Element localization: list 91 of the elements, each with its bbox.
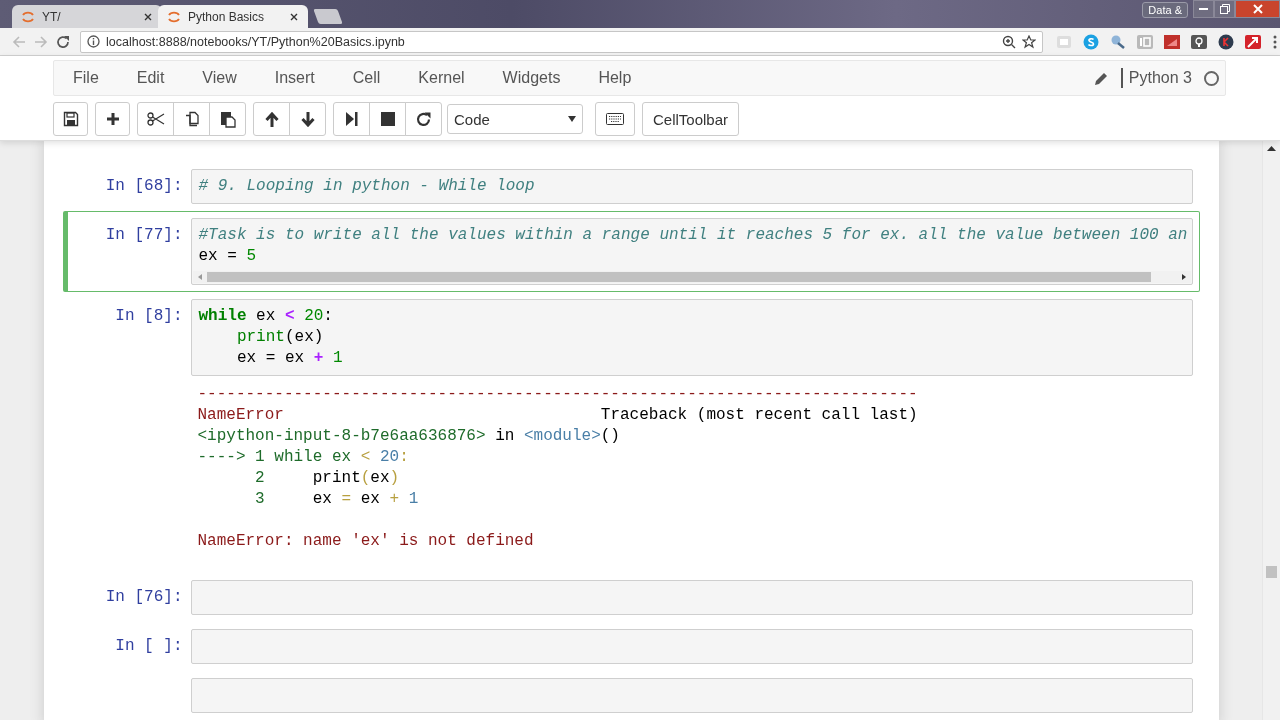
extension-icon[interactable]	[1164, 33, 1180, 50]
insert-cell-button[interactable]	[95, 102, 130, 136]
code-line: print(ex)	[235, 327, 324, 348]
browser-tab[interactable]: YT/	[12, 5, 162, 28]
input-prompt: In [77]:	[105, 225, 183, 246]
code-input[interactable]	[190, 580, 1193, 615]
arrow-up-icon	[264, 111, 279, 127]
menu-item[interactable]: Cell	[333, 69, 400, 87]
run-button[interactable]	[333, 102, 370, 136]
caret-icon	[568, 116, 576, 122]
input-prompt: In [68]:	[105, 176, 183, 197]
copy-button[interactable]	[173, 102, 210, 136]
scrollbar-thumb[interactable]	[1266, 566, 1277, 578]
plus-icon	[105, 112, 120, 126]
extension-icon[interactable]	[1191, 33, 1207, 50]
arc-logo-icon	[167, 9, 181, 24]
copy-icon	[183, 111, 200, 127]
maximize-button[interactable]	[1214, 0, 1235, 18]
minimize-icon	[1199, 8, 1208, 10]
extension-icon[interactable]	[1245, 33, 1261, 50]
save-button[interactable]	[53, 102, 88, 136]
output-line: ---------------------------------------------------------------------------	[197, 384, 918, 405]
restart-button[interactable]	[405, 102, 442, 136]
kernel-name: Python 3	[1120, 68, 1192, 88]
code-input[interactable]: #Task is to write all the values within a range until it reaches 5 for ex. all the value between 100 an ex = 5	[190, 218, 1193, 285]
code-input[interactable]	[190, 629, 1193, 664]
notebook-cell[interactable]: In [77]: #Task is to write all the values within a range until it reaches 5 for ex. all the value between 100 an ex = 5	[62, 211, 1200, 292]
vertical-scrollbar[interactable]	[1262, 141, 1280, 720]
notebook-cell[interactable]: In [76]:	[62, 573, 1200, 622]
stop-button[interactable]	[369, 102, 406, 136]
menu-item[interactable]: Edit	[117, 69, 184, 87]
browser-tab[interactable]: Python Basics	[158, 5, 308, 28]
more-menu-icon[interactable]	[1272, 33, 1278, 50]
cell-type-dropdown[interactable]: Code	[447, 104, 583, 134]
notebook-cell[interactable]: In [68]: # 9. Looping in python - While loop	[62, 162, 1200, 211]
keyboard-icon	[606, 113, 624, 125]
code-input[interactable]	[190, 678, 1193, 713]
menu-item[interactable]: Insert	[255, 69, 334, 87]
input-prompt: In [8]:	[115, 306, 183, 327]
profile-button[interactable]: Data &	[1142, 2, 1188, 18]
paste-button[interactable]	[209, 102, 246, 136]
output-line: 2 print(ex)	[254, 468, 400, 489]
restore-icon	[1219, 4, 1230, 14]
move-up-button[interactable]	[253, 102, 290, 136]
menu-item[interactable]: Kernel	[399, 69, 484, 87]
zoom-icon[interactable]	[1002, 34, 1016, 49]
close-icon[interactable]	[143, 11, 153, 22]
code-line: ex = ex + 1	[235, 348, 343, 369]
code-line: ex = 5	[198, 246, 257, 267]
minimize-button[interactable]	[1193, 0, 1214, 18]
new-tab-button[interactable]	[313, 9, 343, 24]
close-icon	[1252, 4, 1263, 14]
output-line: 3 ex = ex + 1	[254, 489, 419, 510]
arc-logo-icon	[21, 9, 35, 24]
extension-icon[interactable]	[1218, 33, 1234, 50]
code-input[interactable]: while ex < 20: print(ex) ex = ex + 1	[190, 299, 1193, 376]
close-button[interactable]	[1235, 0, 1280, 18]
info-icon	[87, 35, 100, 48]
move-down-button[interactable]	[289, 102, 326, 136]
output-line: ----> 1 while ex < 20:	[197, 447, 409, 468]
paste-icon	[219, 110, 236, 128]
scroll-up-icon	[1267, 145, 1276, 151]
extension-icon[interactable]	[1110, 33, 1126, 50]
cell-toolbar-button[interactable]: CellToolbar	[642, 102, 740, 136]
input-prompt: In [76]:	[105, 587, 183, 608]
menu-item[interactable]: Widgets	[483, 69, 580, 87]
stop-icon	[380, 112, 395, 126]
menu-item[interactable]: View	[183, 69, 256, 87]
address-bar[interactable]: localhost:8888/notebooks/YT/Python%20Basics.ipynb	[80, 30, 1043, 53]
save-icon	[62, 111, 79, 127]
notebook-cell[interactable]: In [ ]:	[62, 622, 1200, 671]
output-line: NameError: name 'ex' is not defined	[197, 531, 534, 552]
step-forward-icon	[345, 112, 358, 126]
menu-item[interactable]: File	[54, 69, 118, 87]
arrow-down-icon	[300, 111, 315, 127]
code-line: while ex < 20:	[198, 306, 333, 327]
code-line: # 9. Looping in python - While loop	[198, 176, 535, 197]
restart-icon	[416, 111, 431, 127]
menu-item[interactable]: Help	[579, 69, 651, 87]
keyboard-shortcuts-button[interactable]	[595, 102, 635, 136]
output-line: NameError Traceback (most recent call last)	[197, 405, 918, 426]
code-line: #Task is to write all the values within a range until it reaches 5 for ex. all the value between 100 an	[198, 225, 1188, 246]
cut-button[interactable]	[137, 102, 174, 136]
reload-icon[interactable]	[56, 34, 70, 49]
horizontal-scrollbar[interactable]	[192, 271, 1191, 283]
code-input[interactable]: # 9. Looping in python - While loop	[190, 169, 1193, 204]
input-prompt: In [ ]:	[115, 636, 183, 657]
star-icon[interactable]	[1022, 34, 1036, 49]
close-icon[interactable]	[289, 11, 299, 22]
scissors-icon	[146, 112, 165, 126]
output-line: <ipython-input-8-b7e6aa636876> in <module>()	[197, 426, 620, 447]
